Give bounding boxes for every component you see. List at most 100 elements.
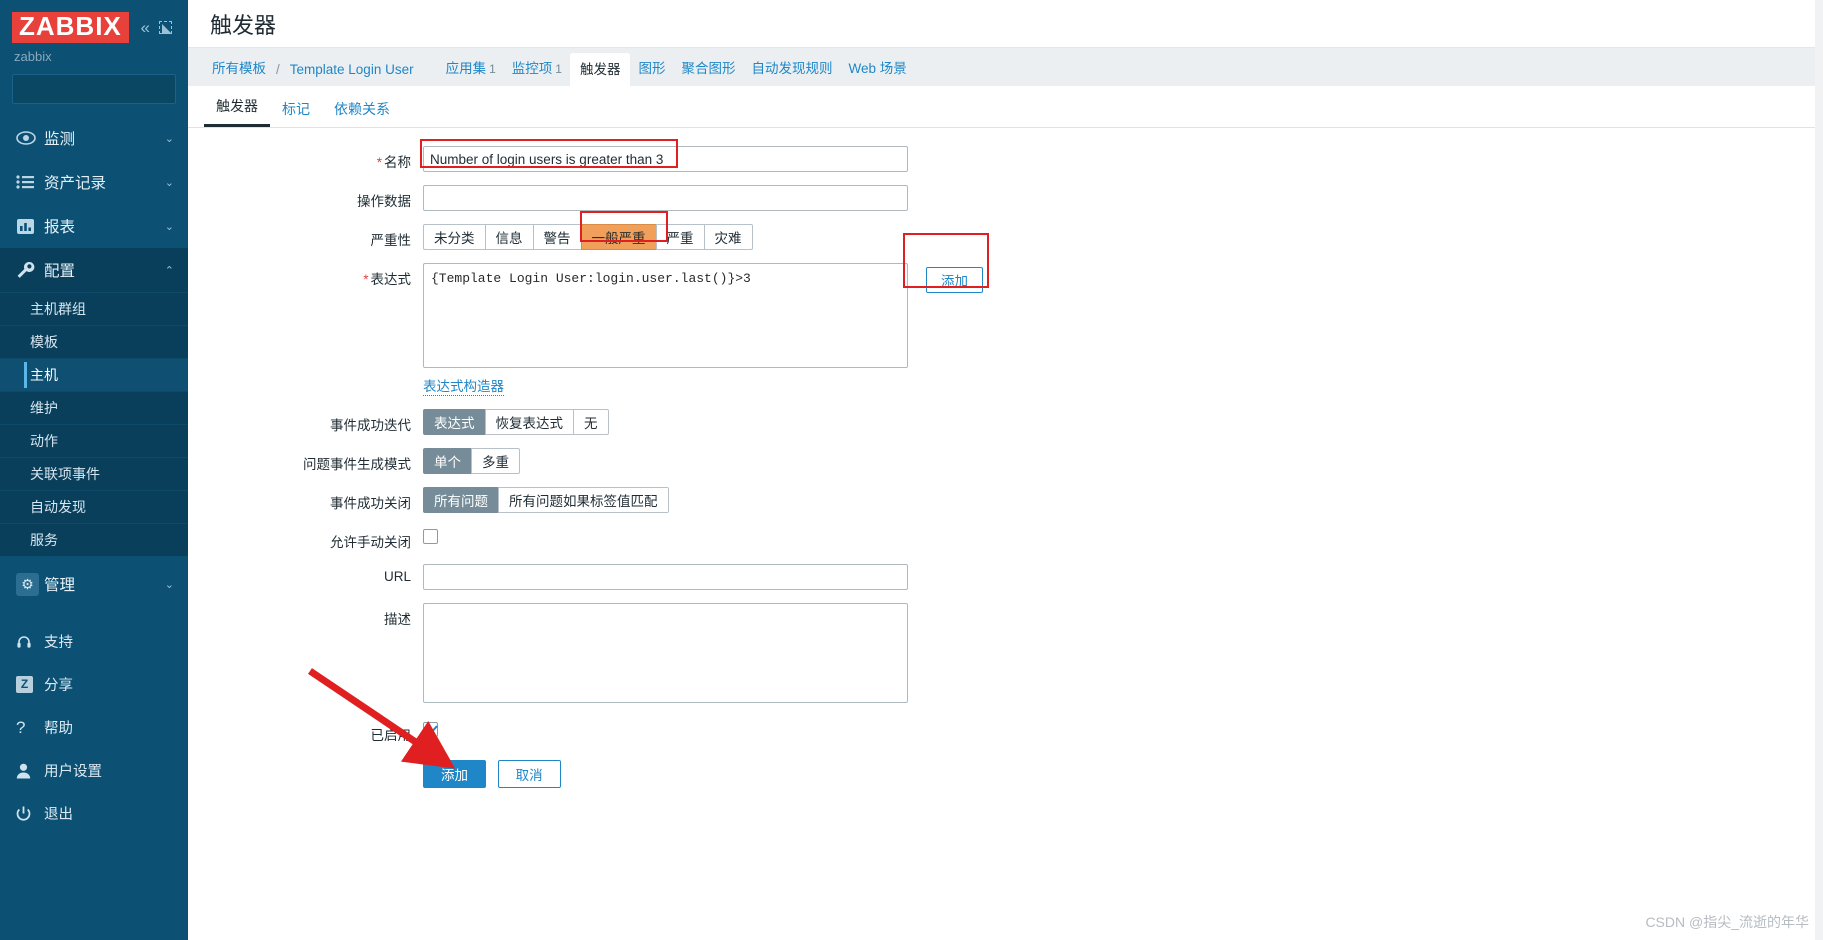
severity-option-high[interactable]: 严重: [655, 224, 705, 250]
severity-segmented-control: 未分类 信息 警告 一般严重 严重 灾难: [423, 224, 753, 250]
problem-event-option-single[interactable]: 单个: [423, 448, 472, 474]
ok-event-closes-option-tag-match[interactable]: 所有问题如果标签值匹配: [498, 487, 669, 513]
expression-label-text: 表达式: [370, 272, 412, 287]
sidebar-item-share[interactable]: Z 分享: [0, 663, 188, 706]
sidebar-subitem-label: 主机群组: [30, 301, 86, 318]
opdata-input[interactable]: [423, 185, 908, 211]
severity-option-disaster[interactable]: 灾难: [703, 224, 753, 250]
crumb-tab-triggers[interactable]: 触发器: [569, 53, 631, 86]
sidebar-item-administration[interactable]: ⚙ 管理 ⌄: [0, 562, 188, 606]
severity-option-average[interactable]: 一般严重: [580, 224, 657, 250]
page-title: 触发器: [210, 12, 277, 38]
enabled-checkbox[interactable]: [423, 722, 438, 737]
cancel-button[interactable]: 取消: [497, 760, 561, 788]
sidebar-subitem-label: 服务: [30, 532, 58, 549]
sidebar: ZABBIX « zabbix ⚲ 监测 ⌄ 资产记录 ⌄ 报表 ⌄: [0, 0, 188, 940]
sidebar-subitem-host-groups[interactable]: 主机群组: [0, 292, 188, 325]
expression-add-button[interactable]: 添加: [926, 267, 983, 293]
submit-button[interactable]: 添加: [423, 760, 486, 788]
crumb-tab-count: 1: [555, 62, 562, 76]
search-input[interactable]: [21, 80, 188, 98]
sidebar-item-support[interactable]: 支持: [0, 620, 188, 663]
sidebar-item-inventory[interactable]: 资产记录 ⌄: [0, 160, 188, 204]
ok-event-option-recovery-expression[interactable]: 恢复表达式: [484, 409, 574, 435]
sidebar-subitem-services[interactable]: 服务: [0, 523, 188, 556]
severity-option-information[interactable]: 信息: [484, 224, 534, 250]
sidebar-item-label: 配置: [44, 263, 76, 281]
sidebar-subitem-label: 维护: [30, 400, 58, 417]
url-input[interactable]: [423, 564, 908, 590]
field-row-ok-event-closes: 事件成功关闭 所有问题 所有问题如果标签值匹配: [188, 487, 1823, 513]
sidebar-item-label: 报表: [44, 219, 76, 237]
sidebar-item-help[interactable]: ? 帮助: [0, 706, 188, 749]
page-scrollbar[interactable]: [1815, 0, 1823, 940]
sidebar-item-label: 用户设置: [44, 764, 102, 781]
manual-close-checkbox[interactable]: [423, 529, 438, 544]
search-box[interactable]: ⚲: [12, 74, 188, 105]
sidebar-item-reports[interactable]: 报表 ⌄: [0, 204, 188, 248]
expression-constructor-link[interactable]: 表达式构造器: [423, 375, 504, 396]
tab-tags[interactable]: 标记: [270, 99, 322, 127]
sidebar-item-monitoring[interactable]: 监测 ⌄: [0, 116, 188, 160]
sidebar-item-signout[interactable]: 退出: [0, 792, 188, 835]
tab-trigger[interactable]: 触发器: [204, 96, 270, 127]
breadcrumb-template-name[interactable]: Template Login User: [282, 62, 422, 86]
page-header: 触发器: [188, 0, 1823, 48]
description-textarea[interactable]: [423, 603, 908, 703]
sidebar-subitem-hosts[interactable]: 主机: [0, 358, 188, 392]
form-tabs: 触发器 标记 依赖关系: [188, 94, 1823, 128]
name-control: [423, 146, 908, 172]
expand-icon[interactable]: [159, 21, 172, 35]
sidebar-subitem-discovery[interactable]: 自动发现: [0, 490, 188, 523]
sidebar-subitem-label: 主机: [30, 367, 58, 384]
breadcrumb-all-templates[interactable]: 所有模板: [204, 57, 274, 86]
crumb-tab-applications[interactable]: 应用集 1: [438, 57, 504, 86]
ok-event-closes-label: 事件成功关闭: [330, 496, 411, 511]
enabled-label: 已启用: [370, 728, 412, 743]
breadcrumb: 所有模板 / Template Login User 应用集 1 监控项 1 触发器…: [188, 48, 1823, 86]
crumb-tab-items[interactable]: 监控项 1: [504, 57, 570, 86]
sidebar-subitem-maintenance[interactable]: 维护: [0, 391, 188, 424]
search-container: ⚲: [0, 74, 188, 116]
zabbix-logo: ZABBIX: [12, 12, 129, 44]
chevron-down-icon: ⌄: [164, 578, 174, 591]
list-icon: [16, 175, 44, 189]
field-row-ok-event-generation: 事件成功迭代 表达式 恢复表达式 无: [188, 409, 1823, 435]
crumb-tab-graphs[interactable]: 图形: [630, 57, 673, 86]
chevron-up-icon: ⌃: [164, 264, 174, 277]
chevron-down-icon: ⌄: [164, 132, 174, 145]
ok-event-option-expression[interactable]: 表达式: [423, 409, 486, 435]
crumb-tab-screens[interactable]: 聚合图形: [673, 57, 743, 86]
user-icon: [16, 763, 44, 779]
main-content: 触发器 所有模板 / Template Login User 应用集 1 监控项 1…: [188, 0, 1823, 940]
sidebar-subitem-event-correlation[interactable]: 关联项事件: [0, 457, 188, 490]
ok-event-option-none[interactable]: 无: [573, 409, 609, 435]
severity-option-warning[interactable]: 警告: [532, 224, 582, 250]
name-input[interactable]: [423, 146, 908, 172]
sidebar-subitem-label: 自动发现: [30, 499, 86, 516]
headset-icon: [16, 634, 44, 650]
eye-icon: [16, 131, 44, 146]
name-label: * 名称: [188, 146, 423, 171]
configuration-submenu: 主机群组 模板 主机 维护 动作 关联项事件 自动发现 服务: [0, 292, 188, 557]
severity-option-not-classified[interactable]: 未分类: [423, 224, 486, 250]
sidebar-subitem-templates[interactable]: 模板: [0, 325, 188, 358]
manual-close-label: 允许手动关闭: [330, 535, 411, 550]
actions-spacer: [188, 760, 423, 765]
chevron-double-left-icon[interactable]: «: [141, 19, 150, 36]
crumb-tab-discovery-rules[interactable]: 自动发现规则: [743, 57, 840, 86]
sidebar-item-configuration[interactable]: 配置 ⌃: [0, 248, 188, 293]
manual-close-control: [423, 526, 438, 547]
sidebar-header: ZABBIX «: [0, 0, 188, 47]
problem-event-option-multiple[interactable]: 多重: [471, 448, 520, 474]
sidebar-subitem-actions[interactable]: 动作: [0, 424, 188, 457]
ok-event-closes-option-all-problems[interactable]: 所有问题: [423, 487, 499, 513]
sidebar-item-user-settings[interactable]: 用户设置: [0, 749, 188, 792]
crumb-tab-web-scenarios[interactable]: Web 场景: [840, 57, 914, 86]
tab-dependencies[interactable]: 依赖关系: [322, 99, 402, 127]
field-row-url: URL: [188, 564, 1823, 590]
sidebar-subitem-label: 动作: [30, 433, 58, 450]
problem-event-mode-label: 问题事件生成模式: [303, 457, 411, 472]
name-label-text: 名称: [384, 155, 411, 170]
expression-textarea[interactable]: {Template Login User:login.user.last()}>…: [423, 263, 908, 368]
